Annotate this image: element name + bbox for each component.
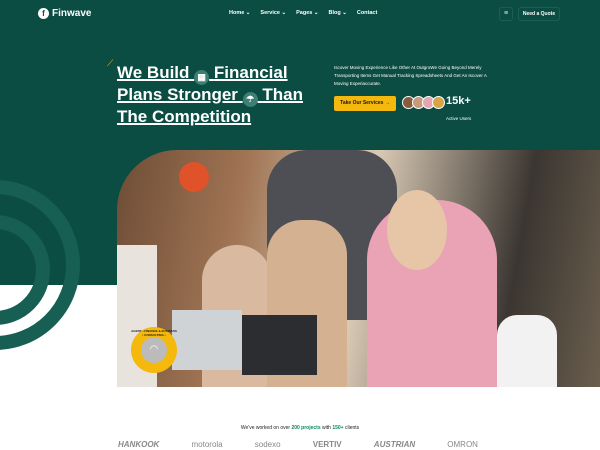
- title-part: Plans Stronger: [117, 85, 238, 104]
- hero-title: We Build ▦ Financial Plans Stronger ☂ Th…: [117, 63, 317, 127]
- caption-text: clients: [344, 425, 360, 431]
- stat-value: 15k+: [446, 95, 471, 107]
- photo-wall-clock: [179, 162, 209, 192]
- stat-label: Active Users: [446, 116, 472, 121]
- nav-service[interactable]: Service ⌄: [260, 10, 286, 16]
- brand-name: Finwave: [52, 8, 92, 19]
- logo-vertiv: VERTIV: [312, 440, 342, 449]
- photo-laptop: [172, 310, 242, 370]
- client-logos: HANKOOK motorola sodexo VERTIV AUSTRIAN …: [118, 440, 478, 449]
- title-part: The Competition: [117, 107, 252, 126]
- title-part: We Build: [117, 63, 190, 82]
- logo-icon: f: [38, 8, 49, 19]
- active-users-stat: 15k+ Active Users: [446, 95, 471, 125]
- title-part: Than: [262, 85, 303, 104]
- logo-hankook: HANKOOK: [118, 440, 160, 449]
- hamburger-icon[interactable]: ≡: [499, 7, 513, 21]
- projects-count: 200 projects: [291, 425, 321, 431]
- clients-caption: We've worked on over 200 projects with 1…: [0, 425, 600, 431]
- logo-austrian: AUSTRIAN: [373, 440, 416, 449]
- umbrella-icon: ☂: [242, 92, 258, 107]
- caption-text: with: [322, 425, 331, 431]
- nav-blog[interactable]: Blog ⌄: [328, 10, 346, 16]
- nav-contact[interactable]: Contact: [357, 10, 377, 16]
- building-icon: ▦: [194, 70, 210, 85]
- need-quote-button[interactable]: Need a Quote: [518, 7, 560, 21]
- title-part: Financial: [213, 63, 288, 82]
- nav-pages[interactable]: Pages ⌄: [296, 10, 318, 16]
- logo-sodexo: sodexo: [254, 440, 281, 449]
- decorative-arc: [0, 215, 50, 325]
- wifi-logo-icon: ◠: [141, 337, 167, 363]
- hero-description: Iscover Moving Experience Like Other At …: [334, 65, 487, 86]
- avatar: [432, 96, 445, 109]
- photo-chair: [497, 315, 557, 387]
- navbar: f Finwave Home ⌄ Service ⌄ Pages ⌄ Blog ⌄…: [0, 0, 600, 28]
- decorative-arcs: [0, 180, 80, 350]
- take-our-services-button[interactable]: Take Our Services →: [334, 96, 396, 111]
- user-avatars: [402, 96, 445, 109]
- badge-text: AGENT • FINANCE & BUSINESS • CONSULTING …: [131, 329, 177, 337]
- logo-omron: OMRON: [447, 440, 478, 449]
- nav-home[interactable]: Home ⌄: [229, 10, 250, 16]
- photo-laptop: [242, 315, 317, 375]
- cta-label: Take Our Services: [340, 100, 384, 106]
- sparkle-icon: ⟋: [107, 58, 114, 68]
- hero-team-photo: [117, 150, 600, 387]
- consulting-badge: AGENT • FINANCE & BUSINESS • CONSULTING …: [131, 327, 177, 373]
- caption-text: We've worked on over: [240, 425, 291, 431]
- arrow-right-icon: →: [384, 100, 390, 106]
- logo[interactable]: f Finwave: [38, 8, 91, 19]
- logo-motorola: motorola: [191, 440, 223, 449]
- photo-face: [387, 190, 447, 270]
- clients-count: 150+: [332, 425, 344, 431]
